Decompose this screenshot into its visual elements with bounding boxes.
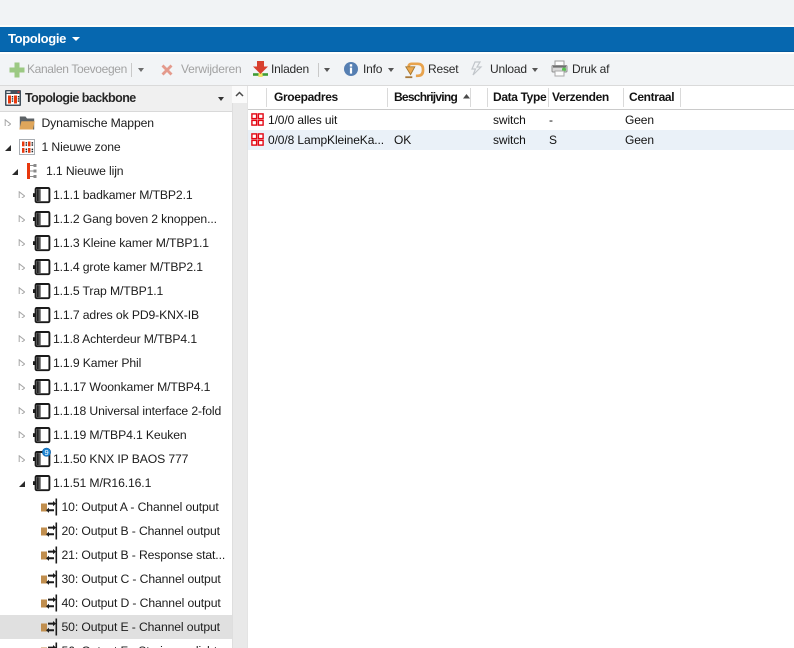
svg-text:9: 9 xyxy=(44,448,48,457)
